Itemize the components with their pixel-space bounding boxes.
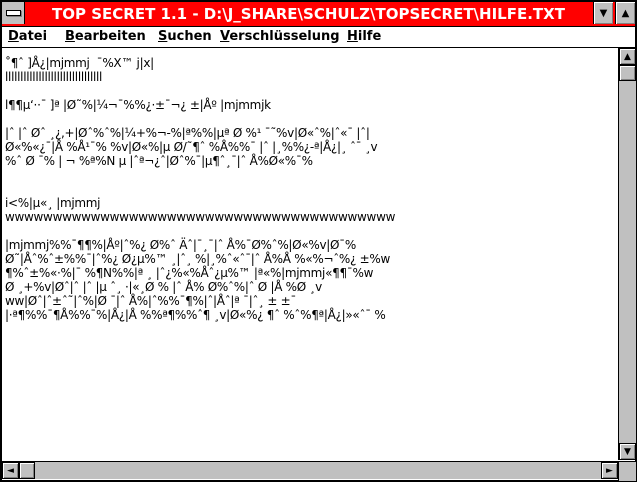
document-line: wwwwwwwwwwwwwwwwwwwwwwwwwwwwwwwwwwwwwwww…: [5, 210, 396, 224]
menu-verschluesselung[interactable]: Verschlüsselung: [220, 27, 340, 47]
document-line: |mjmmj%%ˉ¶¶%|Åº|ˆ%¿ Ø%ˆ Äˆ|ˉ¸ˉ|ˆ Å%ˉØ%ˆ%…: [5, 238, 356, 252]
vertical-scroll-thumb[interactable]: [619, 65, 636, 81]
scroll-up-arrow-icon: ▲: [624, 51, 631, 62]
scroll-left-arrow-icon: ◄: [7, 465, 14, 476]
document-line: |ˆ |ˆ Øˆ ¸¿,+|Øˆ%ˆ%|¼+%¬-%|ª%%|µª Ø %¹ ˉ…: [5, 126, 370, 140]
system-menu-bar-icon: [5, 10, 21, 16]
menu-datei-accelerator: D: [8, 29, 19, 44]
title-bar[interactable]: TOP SECRET 1.1 - D:\J_SHARE\SCHULZ\TOPSE…: [2, 2, 635, 27]
document-line: l¶¶µ‘··ˉ ]ª |Ø˜%|¼¬ˉ%%¿·±ˉ¬¿ ±|Åº |mjmmj…: [5, 98, 271, 112]
triangle-down-icon: ▼: [599, 7, 608, 19]
menu-hilfe-accelerator: H: [347, 29, 358, 44]
scroll-left-button[interactable]: ◄: [2, 462, 19, 479]
scroll-up-button[interactable]: ▲: [619, 48, 636, 65]
menu-bar: Datei Bearbeiten Suchen Verschlüsselung …: [2, 27, 635, 48]
menu-bearbeiten[interactable]: Bearbeiten: [65, 27, 146, 47]
scroll-down-button[interactable]: ▼: [619, 443, 636, 460]
menu-hilfe-label: ilfe: [357, 29, 382, 44]
document-line: %ˆ Ø ˉ% | ¬ %ª%N µ |ˆª¬¿ˆ|Øˆ%ˉ|µ¶ˆ¸ˉ|ˆ Å…: [5, 154, 313, 168]
scrollbar-corner: [618, 461, 636, 481]
maximize-button[interactable]: ▲: [615, 2, 635, 24]
menu-suchen[interactable]: Suchen: [158, 27, 212, 47]
minimize-button[interactable]: ▼: [593, 2, 613, 24]
triangle-up-icon: ▲: [621, 7, 630, 19]
document-line: i<%|µ«¸ |mjmmj: [5, 196, 101, 210]
document-line: Ø«%«¿ˉ|Å %Å¹ˉ% %v|Ø«%|µ Ø/˜¶ˆ %Å%%ˉ |ˆ |…: [5, 140, 378, 154]
document-line: llllllllllllllllllllllllllllllll: [5, 70, 103, 84]
document-line: Ø ¸+%v|Øˆ|ˆ |ˆ |µ ˆ¸ ·|«¸Ø % |ˆ Å% Ø%ˆ%|…: [5, 280, 322, 294]
document-line: ¶%ˆ±%«·%|ˉ %¶N%%|ª ¸ |ˆ¿%«%Åˆ¿µ%™ |ª«%|m…: [5, 266, 374, 280]
document-line: ww|Øˆ|ˆ±ˆ˜|ˆ%|Ø ˉ|ˆ Å%|ˆ%%ˉ¶%|ˆ|Åˆ|ª ˉ|ˆ…: [5, 294, 297, 308]
menu-suchen-label: uchen: [167, 29, 212, 44]
document-text-area[interactable]: ˚¶ˆ ]Å¿|mjmmj ˉ%X™ j|x| lllllllllllllllll…: [2, 48, 617, 460]
menu-datei-label: atei: [18, 29, 48, 44]
menu-bearbeiten-label: earbeiten: [74, 29, 146, 44]
vertical-scrollbar[interactable]: ▲ ▼: [618, 48, 636, 460]
system-menu-button[interactable]: [2, 2, 25, 24]
window-title: TOP SECRET 1.1 - D:\J_SHARE\SCHULZ\TOPSE…: [52, 5, 565, 23]
scroll-right-arrow-icon: ►: [606, 465, 613, 476]
menu-hilfe[interactable]: Hilfe: [347, 27, 381, 47]
notepad-window: TOP SECRET 1.1 - D:\J_SHARE\SCHULZ\TOPSE…: [0, 0, 637, 482]
horizontal-scroll-thumb[interactable]: [19, 462, 35, 479]
document-line: Ø˜|Åˆ%ˆ±%%ˉ|ˆ%¿ Ø¿µ%™ ¸|ˆ¸ %|¸%ˆ«ˆˉ|ˆ Å%…: [5, 252, 390, 266]
menu-bearbeiten-accelerator: B: [65, 29, 75, 44]
menu-suchen-accelerator: S: [158, 29, 168, 44]
horizontal-scrollbar[interactable]: ◄ ►: [2, 461, 618, 479]
menu-datei[interactable]: Datei: [8, 27, 47, 47]
scroll-right-button[interactable]: ►: [601, 462, 618, 479]
menu-verschluesselung-label: erschlüsselung: [229, 29, 340, 44]
menu-verschluesselung-accelerator: V: [220, 29, 230, 44]
document-line: |·ª¶%%ˉ¶Å%%ˉ%|Å¿|Å %%ª¶%%ˆ¶ ¸v|Ø«%¿ ¶ˆ %…: [5, 308, 386, 322]
scroll-down-arrow-icon: ▼: [624, 446, 631, 457]
document-line: ˚¶ˆ ]Å¿|mjmmj ˉ%X™ j|x|: [5, 56, 154, 70]
